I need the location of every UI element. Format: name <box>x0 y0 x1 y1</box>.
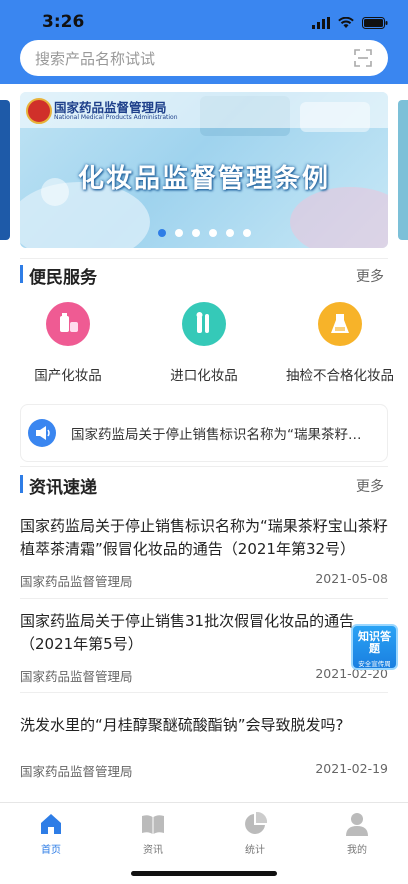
app-header: 3:26 搜索产品名称试试 <box>0 0 408 84</box>
status-time: 3:26 <box>42 12 85 32</box>
news-title: 资讯速递 <box>29 478 97 498</box>
service-imported-cosmetics[interactable]: 进口化妆品 <box>136 302 272 384</box>
tab-stats[interactable]: 统计 <box>204 811 306 856</box>
service-label: 国产化妆品 <box>34 368 102 384</box>
national-emblem-icon <box>26 98 52 124</box>
tab-home[interactable]: 首页 <box>0 811 102 856</box>
news-item-title: 国家药监局关于停止销售标识名称为“瑞果茶籽宝山茶籽植萃茶清霜”假冒化妆品的通告（… <box>20 517 388 558</box>
news-item-title: 国家药监局关于停止销售31批次假冒化妆品的通告（2021年第5号） <box>20 612 355 653</box>
tab-news[interactable]: 资讯 <box>102 811 204 856</box>
battery-icon <box>362 14 388 33</box>
carousel-prev-card[interactable] <box>0 100 10 240</box>
service-failed-inspection[interactable]: 抽检不合格化妆品 <box>272 302 408 384</box>
wifi-icon <box>338 14 354 33</box>
tools-icon <box>182 302 226 346</box>
services-title: 便民服务 <box>29 268 97 288</box>
signal-icon <box>312 14 330 33</box>
flask-icon <box>318 302 362 346</box>
carousel-dot[interactable] <box>157 229 166 237</box>
services-header: 便民服务 更多 <box>20 262 388 288</box>
divider <box>20 598 388 599</box>
carousel-dot[interactable] <box>174 229 183 237</box>
quiz-badge-label: 知识答题 <box>358 630 391 655</box>
tab-label: 我的 <box>347 845 367 856</box>
divider <box>20 258 388 259</box>
carousel-dot[interactable] <box>242 229 251 237</box>
news-item-source: 国家药品监督管理局 <box>20 764 133 779</box>
carousel-dot[interactable] <box>225 229 234 237</box>
status-bar: 3:26 <box>0 0 408 40</box>
carousel-dots <box>20 229 388 237</box>
carousel-next-card[interactable] <box>398 100 408 240</box>
service-label: 抽检不合格化妆品 <box>286 368 394 384</box>
tab-profile[interactable]: 我的 <box>306 811 408 856</box>
news-item[interactable]: 国家药监局关于停止销售31批次假冒化妆品的通告（2021年第5号） 国家药品监督… <box>20 610 388 684</box>
banner-carousel[interactable]: 国家药品监督管理局 National Medical Products Admi… <box>20 92 388 248</box>
notice-text: 国家药监局关于停止销售标识名称为“瑞果茶籽宝宝山茶籽植萃茶清霜”假冒化妆品的通告… <box>71 427 371 443</box>
service-label: 进口化妆品 <box>170 368 238 384</box>
news-item-date: 2021-02-19 <box>315 761 388 776</box>
home-icon <box>38 811 64 837</box>
quiz-badge-sublabel: 安全宣传周 <box>358 660 391 668</box>
news-item-source: 国家药品监督管理局 <box>20 669 133 684</box>
section-accent-bar <box>20 475 23 493</box>
book-icon <box>140 811 166 837</box>
quiz-float-button[interactable]: 知识答题 安全宣传周 <box>351 624 398 670</box>
scan-icon[interactable] <box>354 49 372 71</box>
section-accent-bar <box>20 265 23 283</box>
news-item-source: 国家药品监督管理局 <box>20 574 133 589</box>
divider <box>20 466 388 467</box>
news-more-link[interactable]: 更多 <box>356 476 384 496</box>
tab-label: 统计 <box>245 845 265 856</box>
service-domestic-cosmetics[interactable]: 国产化妆品 <box>0 302 136 384</box>
news-item-date: 2021-05-08 <box>315 571 388 586</box>
search-bar[interactable]: 搜索产品名称试试 <box>20 40 388 76</box>
status-icons <box>312 14 388 33</box>
pie-chart-icon <box>242 811 268 837</box>
news-header: 资讯速递 更多 <box>20 472 388 498</box>
news-item[interactable]: 国家药监局关于停止销售标识名称为“瑞果茶籽宝山茶籽植萃茶清霜”假冒化妆品的通告（… <box>20 515 388 595</box>
carousel-dot[interactable] <box>191 229 200 237</box>
banner-org-name-en: National Medical Products Administration <box>54 114 178 121</box>
banner-title: 化妆品监督管理条例 <box>77 164 330 194</box>
news-item-title: 洗发水里的“月桂醇聚醚硫酸酯钠”会导致脱发吗? <box>20 716 344 734</box>
divider <box>20 692 388 693</box>
carousel-dot[interactable] <box>208 229 217 237</box>
megaphone-icon <box>28 419 56 447</box>
user-icon <box>344 811 370 837</box>
home-indicator <box>131 871 277 876</box>
cosmetics-icon <box>46 302 90 346</box>
tab-label: 首页 <box>41 845 61 856</box>
notice-ticker[interactable]: 国家药监局关于停止销售标识名称为“瑞果茶籽宝宝山茶籽植萃茶清霜”假冒化妆品的通告… <box>20 404 388 462</box>
search-input[interactable]: 搜索产品名称试试 <box>35 48 155 69</box>
news-item[interactable]: 洗发水里的“月桂醇聚醚硫酸酯钠”会导致脱发吗? 国家药品监督管理局 2021-0… <box>20 714 388 784</box>
tab-label: 资讯 <box>143 845 163 856</box>
services-more-link[interactable]: 更多 <box>356 266 384 286</box>
